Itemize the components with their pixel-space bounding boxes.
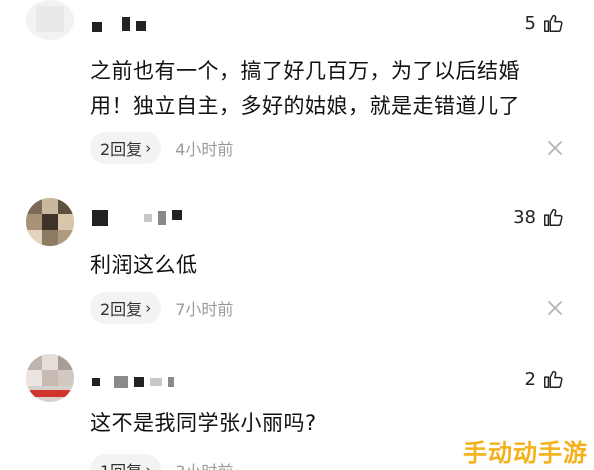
mosaic-block [144, 214, 152, 222]
mosaic-block [134, 377, 144, 387]
avatar[interactable] [26, 198, 74, 246]
reply-button[interactable]: 2回复 › [90, 132, 162, 164]
avatar[interactable] [26, 0, 74, 40]
mosaic-block [92, 378, 100, 386]
timestamp: 7小时前 [175, 300, 234, 319]
thumbs-up-icon [544, 208, 563, 226]
mosaic-block [114, 376, 128, 388]
like-button[interactable]: 5 [525, 10, 564, 36]
reply-count: 2回复 [100, 140, 143, 159]
comment-text: 之前也有一个，搞了好几百万，为了以后结婚 用！独立自主，多好的姑娘，就是走错道儿… [90, 54, 570, 124]
mosaic-block [122, 17, 130, 31]
watermark-logo: 手动动手游 [463, 439, 588, 467]
comment-line: 用！独立自主，多好的姑娘，就是走错道儿了 [90, 94, 520, 118]
comment-line: 利润这么低 [90, 253, 198, 277]
comment-item: 38 利润这么低 2回复 › 7小时前 [0, 190, 594, 340]
close-icon[interactable] [548, 301, 562, 315]
reply-button[interactable]: 2回复 › [90, 292, 162, 324]
comment-list: 5 之前也有一个，搞了好几百万，为了以后结婚 用！独立自主，多好的姑娘，就是走错… [0, 0, 594, 470]
mosaic-block [92, 22, 102, 32]
timestamp: 3小时前 [175, 458, 233, 470]
mosaic-block [150, 378, 162, 386]
thumbs-up-icon [544, 370, 563, 388]
username-redacted[interactable] [92, 372, 174, 392]
mosaic-block [168, 377, 174, 387]
comment-line: 之前也有一个，搞了好几百万，为了以后结婚 [90, 59, 520, 83]
reply-count: 1回复 [100, 458, 142, 470]
like-count: 5 [524, 12, 536, 34]
chevron-right-icon: › [145, 299, 152, 317]
like-button[interactable]: 38 [513, 204, 564, 230]
thumbs-up-icon [544, 14, 563, 32]
chevron-right-icon: › [145, 461, 152, 470]
comment-meta: 2回复 › 4小时前 [90, 132, 233, 164]
comment-meta: 1回复 › 3小时前 [90, 454, 233, 470]
close-icon[interactable] [548, 141, 562, 155]
like-count: 38 [513, 206, 536, 228]
like-button[interactable]: 2 [525, 366, 564, 392]
comment-meta: 2回复 › 7小时前 [90, 292, 233, 324]
mosaic-block [172, 210, 182, 220]
username-redacted[interactable] [92, 208, 182, 228]
comment-text: 利润这么低 [90, 248, 570, 283]
avatar[interactable] [26, 354, 74, 402]
mosaic-block [92, 210, 108, 226]
mosaic-block [136, 21, 146, 31]
like-count: 2 [524, 368, 536, 390]
chevron-right-icon: › [145, 139, 152, 157]
timestamp: 4小时前 [175, 140, 234, 159]
username-redacted[interactable] [92, 14, 146, 34]
reply-count: 2回复 [100, 300, 143, 319]
mosaic-block [158, 211, 166, 225]
reply-button[interactable]: 1回复 › [90, 454, 162, 470]
comment-item: 5 之前也有一个，搞了好几百万，为了以后结婚 用！独立自主，多好的姑娘，就是走错… [0, 0, 594, 175]
